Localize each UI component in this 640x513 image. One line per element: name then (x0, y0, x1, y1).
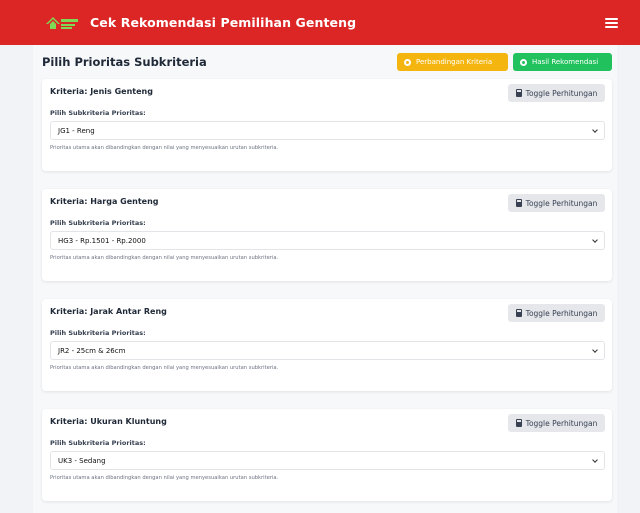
main-content: Pilih Prioritas Subkriteria Perbandingan… (33, 45, 617, 513)
help-text: Prioritas utama akan dibandingkan dengan… (50, 255, 279, 261)
chevron-down-icon (592, 237, 598, 243)
subkriteria-label: Pilih Subkriteria Prioritas: (50, 109, 146, 117)
perbandingan-kriteria-label: Perbandingan Kriteria (416, 58, 493, 66)
circle-icon (404, 58, 411, 66)
criteria-card-harga-genteng: Kriteria: Harga Genteng Toggle Perhitung… (42, 189, 612, 281)
selected-value: UK3 - Sedang (58, 456, 106, 465)
circle-icon (520, 58, 527, 66)
subkriteria-select[interactable]: JG1 - Reng (50, 121, 605, 140)
calculator-icon (515, 89, 522, 97)
toggle-label: Toggle Perhitungan (525, 88, 598, 98)
hasil-rekomendasi-label: Hasil Rekomendasi (532, 58, 599, 66)
card-title: Kriteria: Jarak Antar Reng (50, 307, 167, 316)
help-text: Prioritas utama akan dibandingkan dengan… (50, 145, 279, 151)
calculator-icon (515, 419, 522, 427)
hasil-rekomendasi-button[interactable]: Hasil Rekomendasi (513, 53, 612, 71)
perbandingan-kriteria-button[interactable]: Perbandingan Kriteria (397, 53, 508, 71)
page-title: Pilih Prioritas Subkriteria (42, 55, 207, 69)
criteria-card-jarak-antar-reng: Kriteria: Jarak Antar Reng Toggle Perhit… (42, 299, 612, 391)
criteria-card-ukuran-kluntung: Kriteria: Ukuran Kluntung Toggle Perhitu… (42, 409, 612, 501)
app-title: Cek Rekomendasi Pemilihan Genteng (90, 15, 357, 30)
subkriteria-select[interactable]: HG3 - Rp.1501 - Rp.2000 (50, 231, 605, 250)
toggle-label: Toggle Perhitungan (525, 418, 598, 428)
subkriteria-label: Pilih Subkriteria Prioritas: (50, 439, 146, 447)
toggle-perhitungan-button[interactable]: Toggle Perhitungan (508, 84, 605, 102)
toggle-perhitungan-button[interactable]: Toggle Perhitungan (508, 414, 605, 432)
help-text: Prioritas utama akan dibandingkan dengan… (50, 475, 279, 481)
house-roof-logo-icon[interactable] (44, 12, 80, 34)
chevron-down-icon (592, 457, 598, 463)
subkriteria-label: Pilih Subkriteria Prioritas: (50, 329, 146, 337)
toggle-label: Toggle Perhitungan (525, 198, 598, 208)
card-title: Kriteria: Harga Genteng (50, 197, 159, 206)
subkriteria-select[interactable]: UK3 - Sedang (50, 451, 605, 470)
toggle-perhitungan-button[interactable]: Toggle Perhitungan (508, 304, 605, 322)
selected-value: JR2 - 25cm & 26cm (58, 346, 126, 355)
calculator-icon (515, 309, 522, 317)
criteria-card-jenis-genteng: Kriteria: Jenis Genteng Toggle Perhitung… (42, 79, 612, 171)
selected-value: JG1 - Reng (58, 126, 95, 135)
card-title: Kriteria: Ukuran Kluntung (50, 417, 167, 426)
chevron-down-icon (592, 347, 598, 353)
chevron-down-icon (592, 127, 598, 133)
subkriteria-label: Pilih Subkriteria Prioritas: (50, 219, 146, 227)
toggle-label: Toggle Perhitungan (525, 308, 598, 318)
card-title: Kriteria: Jenis Genteng (50, 87, 153, 96)
subkriteria-select[interactable]: JR2 - 25cm & 26cm (50, 341, 605, 360)
selected-value: HG3 - Rp.1501 - Rp.2000 (58, 236, 146, 245)
help-text: Prioritas utama akan dibandingkan dengan… (50, 365, 279, 371)
toggle-perhitungan-button[interactable]: Toggle Perhitungan (508, 194, 605, 212)
navbar: Cek Rekomendasi Pemilihan Genteng (0, 0, 640, 45)
calculator-icon (515, 199, 522, 207)
hamburger-menu-icon[interactable] (605, 17, 618, 28)
